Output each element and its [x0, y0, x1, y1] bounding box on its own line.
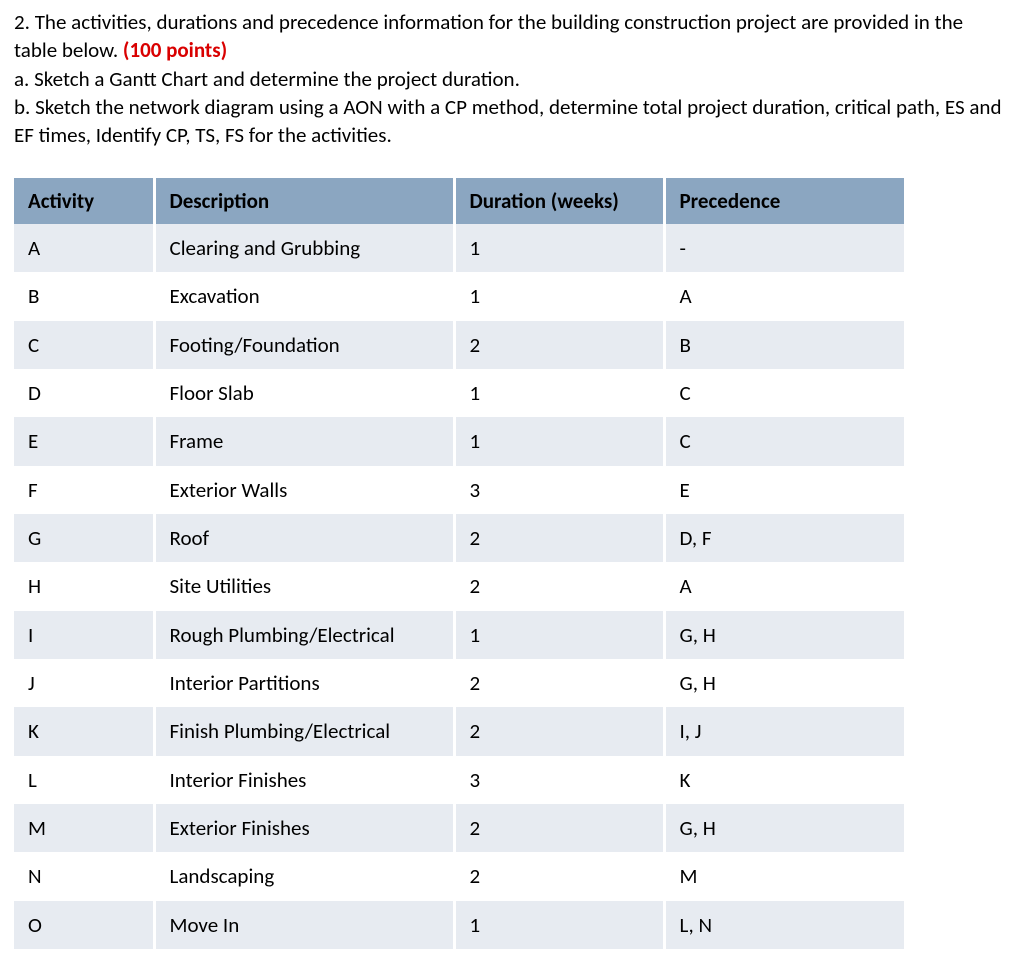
cell-precedence: C	[664, 369, 904, 417]
header-precedence: Precedence	[664, 178, 904, 224]
cell-precedence: G, H	[664, 611, 904, 659]
cell-description: Floor Slab	[154, 369, 454, 417]
cell-description: Finish Plumbing/Electrical	[154, 707, 454, 755]
cell-activity: E	[14, 417, 154, 465]
cell-description: Site Utilities	[154, 562, 454, 610]
cell-duration: 2	[454, 852, 664, 900]
cell-description: Roof	[154, 514, 454, 562]
cell-activity: N	[14, 852, 154, 900]
cell-duration: 2	[454, 562, 664, 610]
cell-activity: F	[14, 466, 154, 514]
question-part-b: b. Sketch the network diagram using a AO…	[14, 93, 1010, 150]
cell-duration: 3	[454, 466, 664, 514]
cell-precedence: D, F	[664, 514, 904, 562]
cell-activity: D	[14, 369, 154, 417]
cell-precedence: B	[664, 321, 904, 369]
cell-precedence: G, H	[664, 659, 904, 707]
cell-duration: 2	[454, 707, 664, 755]
table-row: G Roof 2 D, F	[14, 514, 904, 562]
activities-table: Activity Description Duration (weeks) Pr…	[14, 178, 904, 949]
cell-description: Exterior Walls	[154, 466, 454, 514]
cell-duration: 1	[454, 901, 664, 949]
table-row: H Site Utilities 2 A	[14, 562, 904, 610]
cell-activity: J	[14, 659, 154, 707]
cell-description: Interior Finishes	[154, 756, 454, 804]
cell-precedence: A	[664, 272, 904, 320]
cell-duration: 2	[454, 659, 664, 707]
cell-precedence: L, N	[664, 901, 904, 949]
cell-description: Landscaping	[154, 852, 454, 900]
cell-duration: 1	[454, 611, 664, 659]
cell-description: Footing/Foundation	[154, 321, 454, 369]
header-duration: Duration (weeks)	[454, 178, 664, 224]
cell-activity: M	[14, 804, 154, 852]
cell-duration: 2	[454, 514, 664, 562]
cell-activity: C	[14, 321, 154, 369]
cell-precedence: K	[664, 756, 904, 804]
cell-precedence: M	[664, 852, 904, 900]
table-row: C Footing/Foundation 2 B	[14, 321, 904, 369]
table-row: B Excavation 1 A	[14, 272, 904, 320]
cell-activity: K	[14, 707, 154, 755]
question-points: (100 points)	[123, 37, 227, 63]
cell-description: Exterior Finishes	[154, 804, 454, 852]
cell-activity: H	[14, 562, 154, 610]
table-row: I Rough Plumbing/Electrical 1 G, H	[14, 611, 904, 659]
cell-description: Clearing and Grubbing	[154, 224, 454, 272]
table-row: M Exterior Finishes 2 G, H	[14, 804, 904, 852]
cell-duration: 3	[454, 756, 664, 804]
table-header-row: Activity Description Duration (weeks) Pr…	[14, 178, 904, 224]
cell-duration: 1	[454, 417, 664, 465]
table-row: J Interior Partitions 2 G, H	[14, 659, 904, 707]
table-row: L Interior Finishes 3 K	[14, 756, 904, 804]
table-row: F Exterior Walls 3 E	[14, 466, 904, 514]
table-body: A Clearing and Grubbing 1 - B Excavation…	[14, 224, 904, 949]
cell-description: Move In	[154, 901, 454, 949]
cell-duration: 2	[454, 321, 664, 369]
cell-duration: 1	[454, 369, 664, 417]
cell-description: Excavation	[154, 272, 454, 320]
cell-precedence: -	[664, 224, 904, 272]
header-description: Description	[154, 178, 454, 224]
table-row: O Move In 1 L, N	[14, 901, 904, 949]
table-row: N Landscaping 2 M	[14, 852, 904, 900]
cell-description: Interior Partitions	[154, 659, 454, 707]
cell-duration: 1	[454, 224, 664, 272]
table-row: K Finish Plumbing/Electrical 2 I, J	[14, 707, 904, 755]
cell-precedence: E	[664, 466, 904, 514]
cell-activity: O	[14, 901, 154, 949]
header-activity: Activity	[14, 178, 154, 224]
cell-activity: L	[14, 756, 154, 804]
cell-precedence: G, H	[664, 804, 904, 852]
cell-description: Rough Plumbing/Electrical	[154, 611, 454, 659]
cell-precedence: A	[664, 562, 904, 610]
cell-duration: 1	[454, 272, 664, 320]
cell-precedence: I, J	[664, 707, 904, 755]
table-row: E Frame 1 C	[14, 417, 904, 465]
question-block: 2. The activities, durations and precede…	[14, 8, 1010, 150]
table-row: A Clearing and Grubbing 1 -	[14, 224, 904, 272]
cell-activity: A	[14, 224, 154, 272]
question-part-a: a. Sketch a Gantt Chart and determine th…	[14, 65, 1010, 93]
table-row: D Floor Slab 1 C	[14, 369, 904, 417]
cell-activity: G	[14, 514, 154, 562]
cell-precedence: C	[664, 417, 904, 465]
cell-activity: I	[14, 611, 154, 659]
cell-description: Frame	[154, 417, 454, 465]
cell-duration: 2	[454, 804, 664, 852]
cell-activity: B	[14, 272, 154, 320]
